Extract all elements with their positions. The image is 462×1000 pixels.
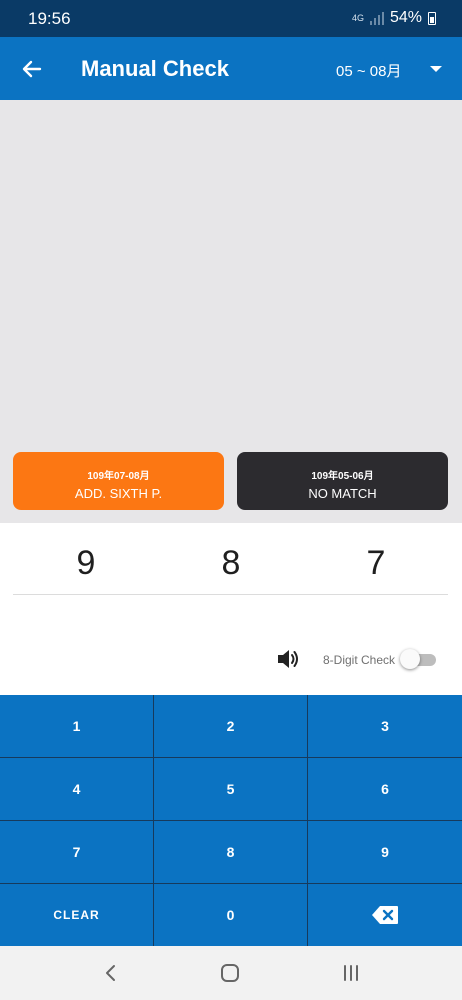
entered-digits: 9 8 7: [13, 524, 448, 595]
chevron-left-icon: [106, 965, 115, 981]
period-label: 05 ~ 08月: [336, 63, 402, 80]
system-nav-bar: [0, 946, 462, 1000]
toggle-thumb: [400, 649, 420, 669]
key-4[interactable]: 4: [0, 758, 153, 820]
status-bar: 19:56 4G 54%: [0, 0, 462, 37]
status-time: 19:56: [28, 9, 71, 28]
backspace-button[interactable]: [308, 884, 462, 946]
key-3[interactable]: 3: [308, 695, 462, 757]
key-5[interactable]: 5: [154, 758, 307, 820]
key-1[interactable]: 1: [0, 695, 153, 757]
nav-home-button[interactable]: [216, 960, 244, 986]
result-status: NO MATCH: [308, 486, 377, 501]
app-bar: Manual Check 05 ~ 08月: [0, 37, 462, 100]
result-period: 109年07-08月: [87, 471, 150, 482]
key-0[interactable]: 0: [154, 884, 307, 946]
period-dropdown[interactable]: 05 ~ 08月: [320, 51, 452, 87]
key-6[interactable]: 6: [308, 758, 462, 820]
caret-down-icon: [430, 66, 442, 72]
key-7[interactable]: 7: [0, 821, 153, 883]
home-icon: [221, 964, 239, 982]
entered-digit: 8: [221, 544, 241, 582]
entered-digit: 9: [76, 544, 96, 582]
arrow-left-icon: [22, 60, 42, 78]
battery-percent: 54%: [389, 9, 422, 26]
clear-button[interactable]: CLEAR: [0, 884, 153, 946]
page-title: Manual Check: [81, 56, 229, 81]
speaker-icon[interactable]: [276, 648, 300, 670]
backspace-icon: [372, 906, 398, 924]
key-2[interactable]: 2: [154, 695, 307, 757]
signal-icon: [369, 11, 384, 25]
status-indicators: 4G 54%: [352, 9, 436, 27]
options-row: 8-Digit Check: [0, 640, 462, 680]
network-type: 4G: [351, 13, 364, 23]
eight-digit-toggle[interactable]: [400, 649, 436, 669]
result-area: 109年07-08月 ADD. SIXTH P. 109年05-06月 NO M…: [0, 100, 462, 523]
key-8[interactable]: 8: [154, 821, 307, 883]
back-button[interactable]: [14, 51, 50, 87]
eight-digit-check-label: 8-Digit Check: [323, 653, 396, 667]
result-card-previous[interactable]: 109年05-06月 NO MATCH: [237, 452, 448, 510]
result-status: ADD. SIXTH P.: [74, 486, 163, 501]
keypad: 1 2 3 4 5 6 7 8 9 CLEAR 0: [0, 695, 462, 946]
key-9[interactable]: 9: [308, 821, 462, 883]
result-period: 109年05-06月: [311, 471, 374, 482]
nav-back-button[interactable]: [97, 960, 125, 986]
battery-icon: [428, 11, 436, 25]
entered-digit: 7: [366, 544, 386, 582]
nav-recent-button[interactable]: [337, 960, 365, 986]
recent-apps-icon: [344, 965, 358, 981]
result-card-current[interactable]: 109年07-08月 ADD. SIXTH P.: [13, 452, 224, 510]
